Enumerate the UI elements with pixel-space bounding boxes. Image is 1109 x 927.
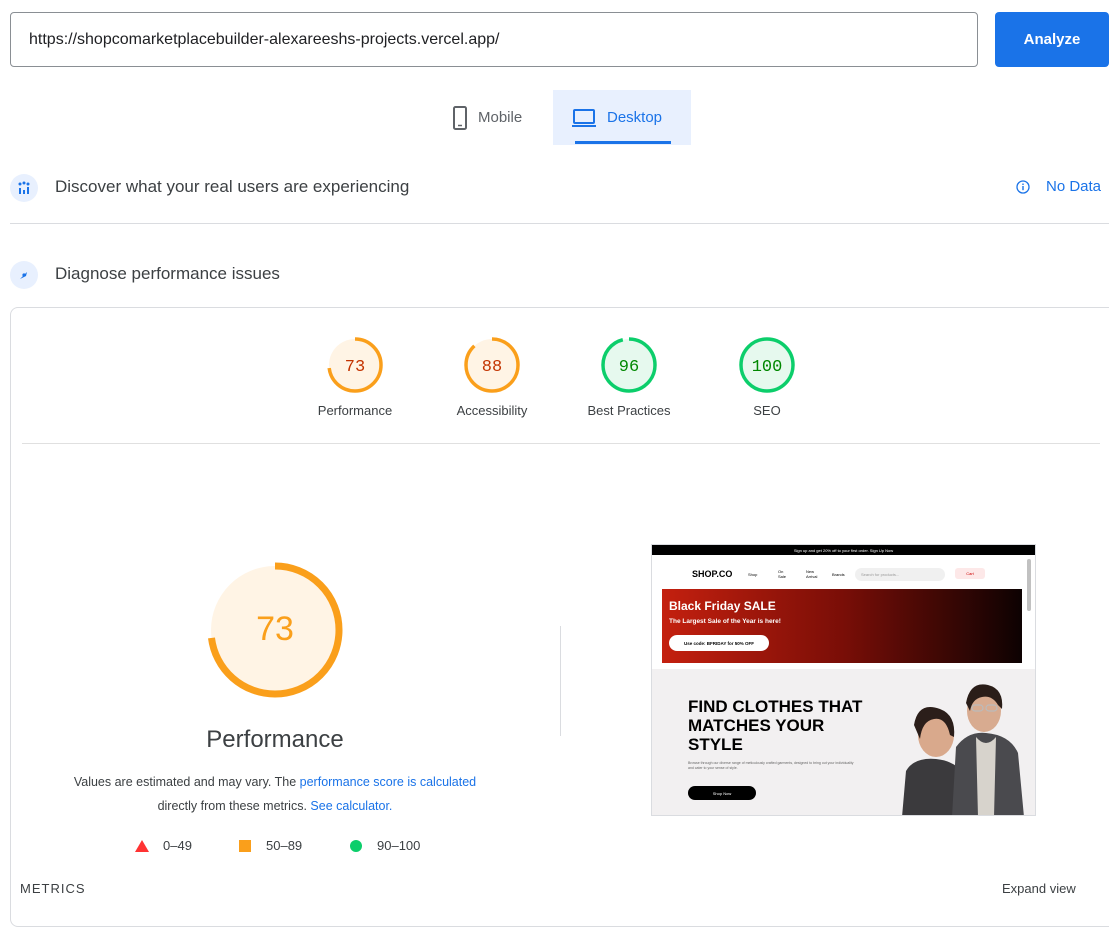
score-ring: 96 bbox=[601, 337, 657, 393]
lab-data-title: Diagnose performance issues bbox=[55, 264, 280, 283]
field-data-title: Discover what your real users are experi… bbox=[55, 177, 410, 196]
square-icon bbox=[239, 839, 251, 852]
score-value: 96 bbox=[619, 358, 639, 377]
url-input[interactable] bbox=[10, 12, 978, 67]
screenshot-cart: Cart bbox=[955, 568, 985, 579]
screenshot-banner-button: Use code: BFRIDAY for 50% OFF bbox=[669, 635, 769, 651]
screenshot-search: Search for products... bbox=[855, 568, 945, 581]
screenshot-nav-item: Brands bbox=[832, 571, 845, 577]
score-gauge-accessibility[interactable]: 88 Accessibility bbox=[432, 335, 552, 418]
desc-text-1: Values are estimated and may vary. The bbox=[73, 775, 300, 789]
legend-fail: 0–49 bbox=[135, 838, 192, 853]
screenshot-top-bar: Sign up and get 20% off to your first or… bbox=[652, 545, 1035, 555]
score-value: 88 bbox=[482, 358, 502, 377]
circle-icon bbox=[350, 839, 362, 852]
legend-pass-range: 90–100 bbox=[377, 838, 421, 853]
performance-big-gauge: 73 bbox=[207, 562, 343, 698]
score-label: Best Practices bbox=[587, 403, 671, 418]
users-chart-icon bbox=[10, 174, 38, 202]
metrics-heading: METRICS bbox=[20, 881, 86, 896]
score-label: Performance bbox=[317, 403, 393, 418]
tab-desktop-label: Desktop bbox=[607, 109, 663, 126]
score-value: 73 bbox=[345, 358, 365, 377]
tab-selected-indicator bbox=[575, 141, 671, 144]
screenshot-nav-item: Shop bbox=[748, 571, 758, 577]
phone-icon bbox=[453, 105, 467, 130]
score-calculated-link[interactable]: performance score is calculated bbox=[300, 775, 476, 789]
score-label: SEO bbox=[753, 403, 781, 418]
page-screenshot: Sign up and get 20% off to your first or… bbox=[651, 544, 1036, 816]
score-gauge-performance[interactable]: 73 Performance bbox=[295, 335, 415, 418]
see-calculator-link[interactable]: See calculator. bbox=[310, 799, 392, 813]
screenshot-banner: Black Friday SALE The Largest Sale of th… bbox=[662, 589, 1022, 663]
legend-average: 50–89 bbox=[238, 838, 302, 853]
legend-average-range: 50–89 bbox=[266, 838, 303, 853]
model-photo bbox=[902, 684, 1024, 815]
screenshot-logo: SHOP.CO bbox=[692, 569, 733, 579]
screenshot-hero: FIND CLOTHES THAT MATCHES YOUR STYLE Bro… bbox=[652, 669, 1035, 815]
performance-big-score: 73 bbox=[256, 610, 294, 648]
laptop-icon bbox=[572, 108, 596, 127]
score-ring: 73 bbox=[327, 337, 383, 393]
expand-view-link[interactable]: Expand view bbox=[1002, 881, 1076, 896]
score-value: 100 bbox=[752, 358, 783, 377]
section-divider bbox=[10, 223, 1109, 224]
card-divider bbox=[22, 443, 1100, 444]
screenshot-banner-title: Black Friday SALE bbox=[669, 599, 776, 613]
performance-title: Performance bbox=[206, 726, 344, 753]
performance-description: Values are estimated and may vary. The p… bbox=[25, 770, 525, 818]
screenshot-hero-button: Shop Now bbox=[688, 786, 756, 800]
desc-text-2: directly from these metrics. bbox=[157, 799, 311, 813]
legend-fail-range: 0–49 bbox=[163, 838, 192, 853]
screenshot-banner-subtitle: The Largest Sale of the Year is here! bbox=[669, 618, 781, 625]
screenshot-nav: SHOP.CO Shop On Sale New Arrival Brands … bbox=[652, 559, 1035, 589]
triangle-icon bbox=[135, 839, 149, 852]
no-data-label: No Data bbox=[1046, 178, 1102, 195]
screenshot-hero-title: FIND CLOTHES THAT MATCHES YOUR STYLE bbox=[688, 697, 863, 754]
tab-mobile[interactable]: Mobile bbox=[440, 90, 550, 145]
score-ring: 88 bbox=[464, 337, 520, 393]
vertical-divider bbox=[560, 626, 561, 736]
screenshot-hero-text: Browse through our diverse range of meti… bbox=[688, 761, 854, 770]
diagnose-icon bbox=[10, 261, 38, 289]
tab-mobile-label: Mobile bbox=[478, 109, 523, 126]
screenshot-nav-item: New Arrival bbox=[806, 569, 818, 579]
score-ring: 100 bbox=[739, 337, 795, 393]
analyze-button[interactable]: Analyze bbox=[995, 12, 1109, 67]
legend-pass: 90–100 bbox=[349, 838, 420, 853]
score-gauge-seo[interactable]: 100 SEO bbox=[707, 335, 827, 418]
info-icon bbox=[1016, 179, 1030, 194]
no-data-status[interactable]: No Data bbox=[1016, 178, 1101, 195]
screenshot-nav-item: On Sale bbox=[778, 569, 787, 579]
score-gauge-best-practices[interactable]: 96 Best Practices bbox=[569, 335, 689, 418]
tab-desktop[interactable]: Desktop bbox=[553, 90, 691, 145]
score-label: Accessibility bbox=[456, 403, 528, 418]
screenshot-scrollbar bbox=[1027, 559, 1031, 611]
